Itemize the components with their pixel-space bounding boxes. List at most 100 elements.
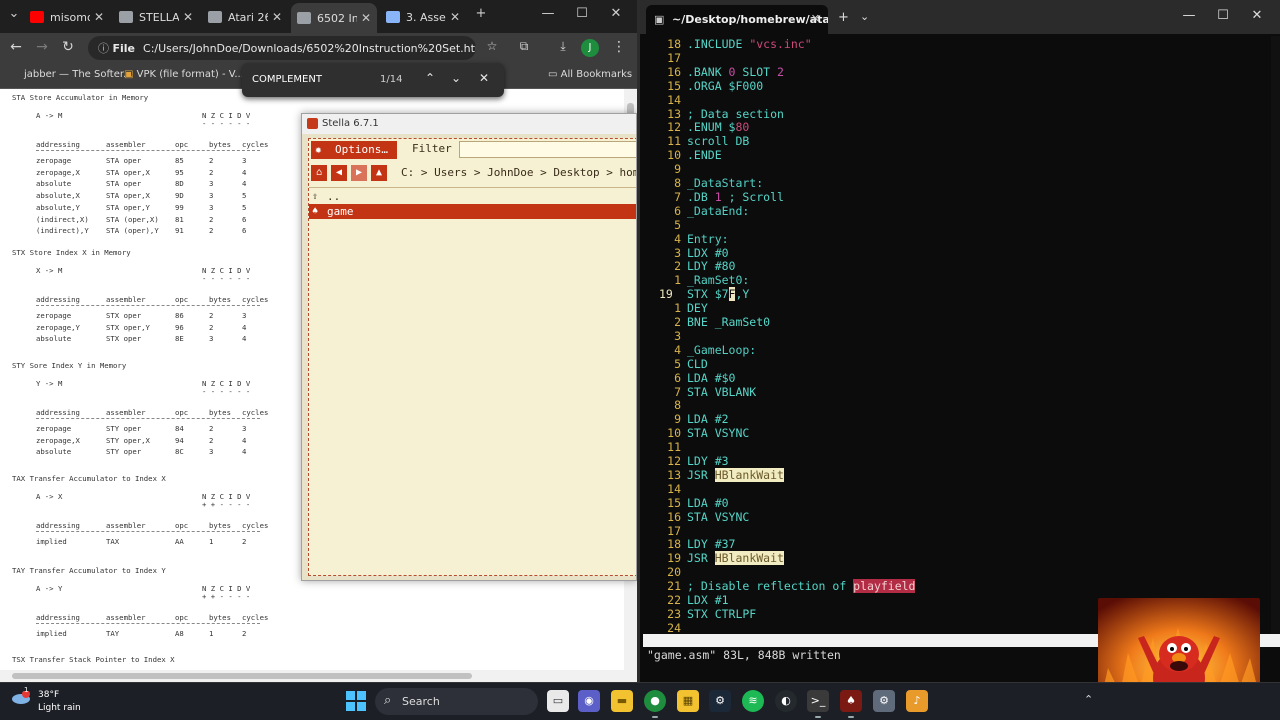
fl-icon[interactable]: ♪ — [906, 690, 928, 712]
address-bar[interactable]: File C:/Users/JohnDoe/Downloads/6502%20I… — [88, 36, 476, 60]
code-line[interactable]: DEY — [687, 301, 708, 316]
spotify-icon[interactable]: ≋ — [742, 690, 764, 712]
chrome-icon[interactable]: ● — [644, 690, 666, 718]
find-input[interactable]: COMPLEMENT — [252, 74, 322, 85]
code-line[interactable]: LDA #2 — [687, 412, 729, 427]
code-line[interactable]: .DB 1 ; Scroll — [687, 190, 784, 205]
bookmark-vpk[interactable]: ▣ VPK (file format) - V... — [124, 69, 244, 80]
code-line[interactable]: _DataStart: — [687, 176, 763, 191]
bookmark-jabber[interactable]: jabber — The Softer... — [24, 69, 133, 80]
all-bookmarks[interactable]: ▭ All Bookmarks — [548, 69, 632, 80]
terminal-minimize-button[interactable]: — — [1177, 8, 1201, 23]
code-line[interactable]: STA VBLANK — [687, 385, 756, 400]
forward-arrow-icon[interactable]: ▶ — [351, 165, 367, 181]
folder-icon[interactable]: ▬ — [611, 690, 633, 712]
code-line[interactable]: .INCLUDE "vcs.inc" — [687, 37, 812, 52]
browser-tab[interactable]: STELLA ✕ — [113, 5, 199, 29]
tab-close-icon[interactable]: ✕ — [94, 10, 104, 24]
code-line[interactable]: LDA #$0 — [687, 371, 735, 386]
browser-tab[interactable]: misomo ✕ — [24, 5, 110, 29]
code-line[interactable]: _GameLoop: — [687, 343, 756, 358]
tab-close-icon[interactable]: ✕ — [361, 11, 371, 25]
code-line[interactable]: LDY #80 — [687, 259, 735, 274]
code-line[interactable]: .ENUM $80 — [687, 120, 749, 135]
code-line[interactable]: LDY #3 — [687, 454, 729, 469]
browser-tab[interactable]: 3. Assem ✕ — [380, 5, 466, 29]
notes-icon[interactable]: ▦ — [677, 690, 699, 712]
find-next-icon[interactable]: ⌄ — [448, 71, 464, 85]
find-close-icon[interactable]: ✕ — [476, 71, 492, 85]
forward-icon[interactable]: → — [32, 39, 52, 55]
path-breadcrumb[interactable]: C: > Users > JohnDoe > Desktop > hom — [401, 166, 636, 179]
download-icon[interactable]: ⤓ — [553, 39, 573, 54]
extensions-icon[interactable]: ⧉ — [514, 39, 534, 54]
code-line[interactable]: STA VSYNC — [687, 510, 749, 525]
terminal-dropdown-icon[interactable]: ⌄ — [860, 10, 869, 23]
home-icon[interactable]: ⌂ — [311, 165, 327, 181]
code-line[interactable]: _RamSet0: — [687, 273, 749, 288]
menu-icon[interactable]: ⋮ — [609, 39, 629, 55]
filter-input[interactable] — [459, 141, 636, 158]
tab-close-icon[interactable]: ✕ — [450, 10, 460, 24]
browser-tab[interactable]: 6502 Ins ✕ — [291, 3, 377, 33]
tab-close-icon[interactable]: ✕ — [183, 10, 193, 24]
tab-close-icon[interactable]: ✕ — [272, 10, 282, 24]
reload-icon[interactable]: ↻ — [58, 39, 78, 55]
terminal-tab-close-icon[interactable]: ✕ — [811, 12, 820, 25]
code-line[interactable]: CLD — [687, 357, 708, 372]
file-item-parent[interactable]: ⇧ .. — [309, 189, 636, 204]
browser-tab[interactable]: Atari 26 ✕ — [202, 5, 288, 29]
back-arrow-icon[interactable]: ◀ — [331, 165, 347, 181]
settings-icon[interactable]: ⚙ — [873, 690, 895, 712]
code-line[interactable]: _DataEnd: — [687, 204, 749, 219]
code-line[interactable]: STA VSYNC — [687, 426, 749, 441]
code-line[interactable]: LDX #0 — [687, 246, 729, 261]
code-line[interactable]: JSR HBlankWait — [687, 551, 784, 566]
taskbar-search[interactable]: ⌕ Search — [375, 688, 538, 715]
minimize-button[interactable]: — — [536, 6, 560, 21]
terminal-icon[interactable]: >_ — [807, 690, 829, 718]
code-line[interactable]: Entry: — [687, 232, 729, 247]
find-prev-icon[interactable]: ⌃ — [422, 71, 438, 85]
horizontal-scrollbar[interactable] — [0, 670, 637, 682]
hscroll-thumb[interactable] — [12, 673, 472, 679]
steam-icon[interactable]: ⚙ — [709, 690, 731, 712]
up-arrow-icon[interactable]: ▲ — [371, 165, 387, 181]
column-header: bytes — [209, 408, 231, 417]
maximize-button[interactable]: ☐ — [570, 6, 594, 21]
code-line[interactable]: LDX #1 — [687, 593, 729, 608]
code-line[interactable]: scroll DB — [687, 134, 749, 149]
stella-icon[interactable]: ♠ — [840, 690, 862, 718]
profile-avatar[interactable]: J — [581, 39, 599, 57]
file-explorer-icon[interactable]: ▭ — [547, 690, 569, 712]
code-editor[interactable]: 18 .INCLUDE "vcs.inc" 17 16 .BANK 0 SLOT 2 15… — [640, 36, 1280, 635]
new-tab-button[interactable]: + — [469, 6, 493, 21]
tray-chevron-icon[interactable]: ⌃ — [1084, 693, 1093, 706]
code-line[interactable]: JSR HBlankWait — [687, 467, 784, 483]
new-terminal-tab-button[interactable]: + — [838, 10, 849, 25]
terminal-scrollbar[interactable] — [1271, 36, 1280, 634]
code-line[interactable]: .ORGA $F000 — [687, 79, 763, 94]
file-item-game[interactable]: ♠ game — [309, 204, 636, 219]
code-line[interactable]: ; Disable reflection of playfield — [687, 579, 916, 594]
start-button-icon[interactable] — [346, 691, 366, 711]
table-cell: STY oper,X — [106, 435, 150, 445]
code-line[interactable]: .BANK 0 SLOT 2 — [687, 65, 784, 80]
options-button[interactable]: ✹ Options… — [311, 141, 397, 159]
teams-icon[interactable]: ◉ — [578, 690, 600, 712]
terminal-close-button[interactable]: ✕ — [1245, 8, 1269, 23]
code-line[interactable]: BNE _RamSet0 — [687, 315, 770, 330]
tab-search-icon[interactable]: ⌄ — [2, 6, 26, 21]
code-line[interactable]: .ENDE — [687, 148, 722, 163]
close-window-button[interactable]: ✕ — [604, 6, 628, 21]
code-line[interactable]: LDA #0 — [687, 496, 729, 511]
terminal-maximize-button[interactable]: ☐ — [1211, 8, 1235, 23]
code-line[interactable]: STX CTRLPF — [687, 607, 756, 622]
terminal-tab[interactable]: ▣ ~/Desktop/homebrew/atari/g ✕ — [646, 5, 828, 34]
code-line[interactable]: STX $7F,Y — [687, 287, 749, 302]
bookmark-star-icon[interactable]: ☆ — [482, 39, 502, 53]
github-icon[interactable]: ◐ — [775, 690, 797, 712]
code-line[interactable]: ; Data section — [687, 107, 784, 122]
back-icon[interactable]: ← — [6, 39, 26, 55]
code-line[interactable]: LDY #37 — [687, 537, 735, 552]
